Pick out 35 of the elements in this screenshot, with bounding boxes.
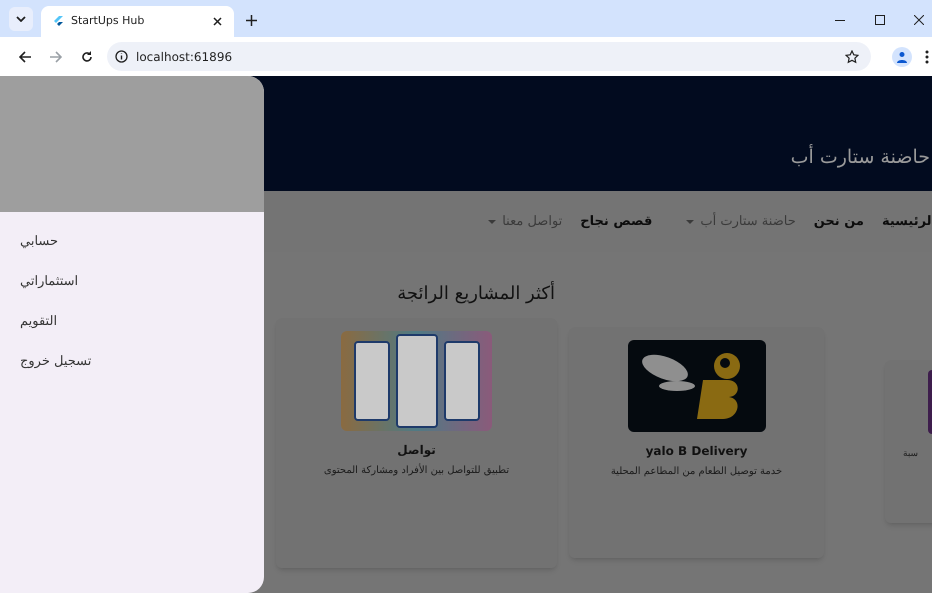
address-bar[interactable]: localhost:61896 bbox=[107, 42, 871, 71]
flutter-logo-icon bbox=[53, 16, 63, 28]
project-title: تواصل bbox=[397, 442, 436, 459]
person-icon bbox=[896, 50, 908, 62]
star-icon[interactable] bbox=[845, 50, 859, 64]
project-card[interactable]: سبة bbox=[885, 360, 932, 523]
reload-icon[interactable] bbox=[81, 50, 93, 62]
drawer-menu-item[interactable]: تسجيل خروج bbox=[20, 342, 92, 382]
project-description: تطبيق للتواصل بين الأفراد ومشاركة المحتوى bbox=[324, 463, 510, 478]
new-tab-icon[interactable] bbox=[246, 15, 257, 26]
project-title: yalo B Delivery bbox=[646, 443, 748, 460]
section-heading: أكثر المشاريع الرائجة bbox=[397, 280, 555, 306]
site-title: حاضنة ستارت أب bbox=[790, 143, 930, 170]
profile-avatar[interactable] bbox=[892, 46, 912, 66]
info-icon bbox=[115, 50, 128, 63]
close-icon[interactable] bbox=[914, 15, 924, 25]
more-menu-icon[interactable] bbox=[925, 50, 929, 64]
nav-link[interactable]: الرئيسية bbox=[882, 212, 932, 232]
project-card[interactable]: تواصل تطبيق للتواصل بين الأفراد ومشاركة المحتوى bbox=[276, 318, 557, 568]
close-icon[interactable] bbox=[213, 17, 222, 26]
maximize-icon[interactable] bbox=[875, 15, 885, 25]
tab-title: StartUps Hub bbox=[71, 13, 146, 30]
drawer-menu-item[interactable]: التقويم bbox=[20, 302, 58, 342]
forward-arrow-icon[interactable] bbox=[50, 50, 62, 62]
nav-link[interactable]: قصص نجاح bbox=[580, 212, 652, 232]
drawer-menu-item[interactable]: استثماراتي bbox=[20, 262, 78, 302]
chevron-down-icon bbox=[16, 16, 26, 22]
back-arrow-icon[interactable] bbox=[19, 50, 31, 62]
url-text: localhost:61896 bbox=[136, 48, 234, 66]
nav-link[interactable]: من نحن bbox=[814, 212, 864, 232]
drawer-menu-item[interactable]: حسابي bbox=[20, 222, 58, 262]
project-description: سبة bbox=[903, 448, 918, 461]
tab-list-button[interactable] bbox=[9, 7, 33, 31]
project-description: خدمة توصيل الطعام من المطاعم المحلية bbox=[610, 465, 782, 479]
browser-tab[interactable]: StartUps Hub bbox=[41, 6, 234, 37]
